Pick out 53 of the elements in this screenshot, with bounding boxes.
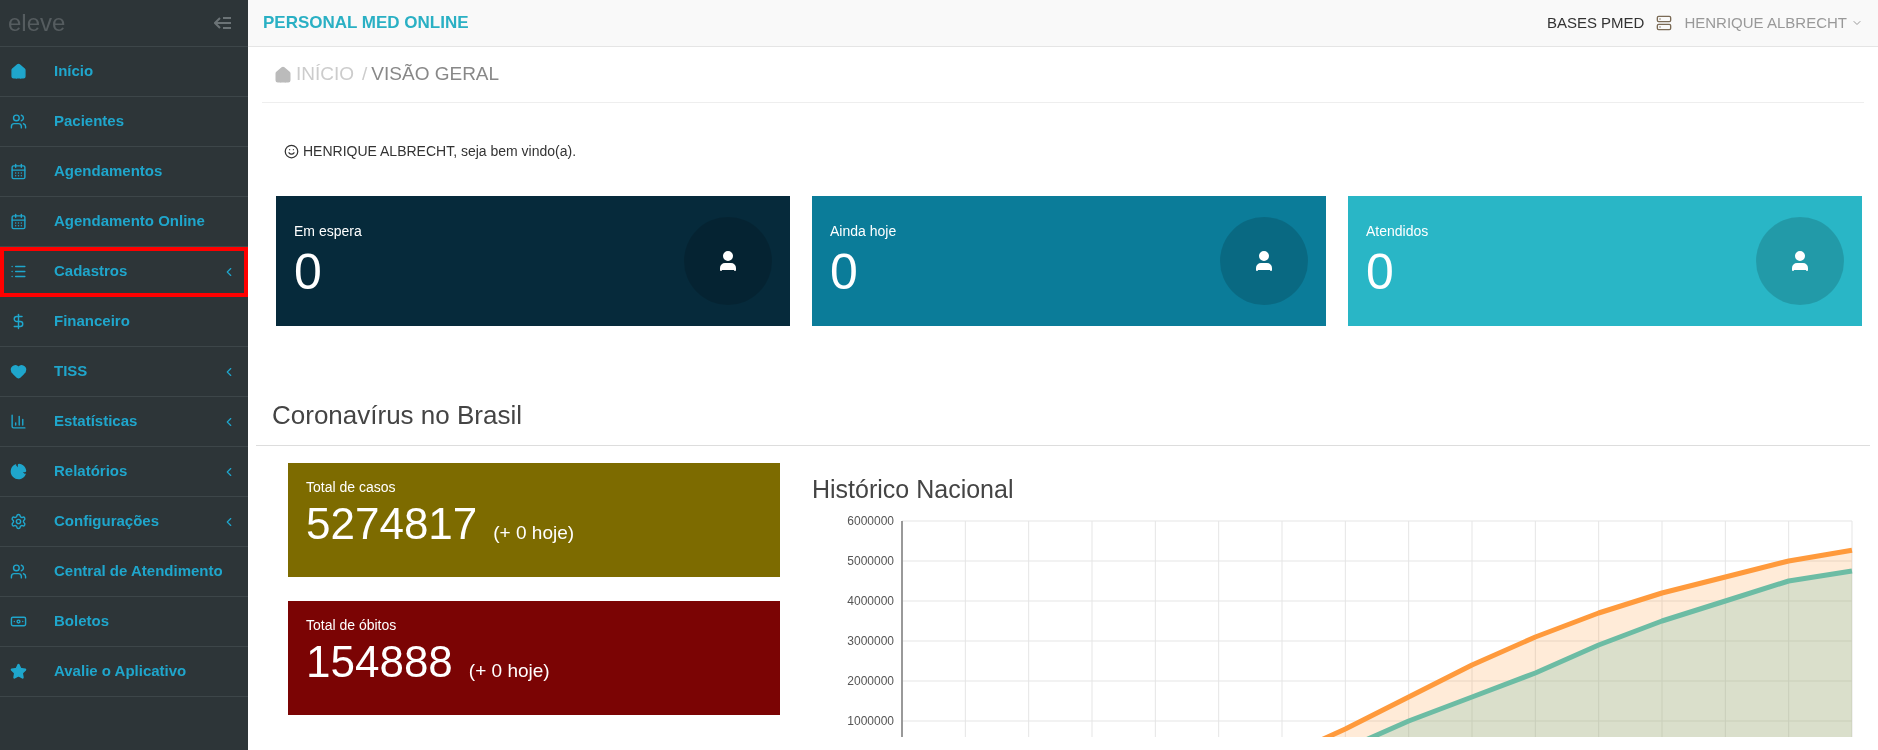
users-icon: [10, 113, 27, 130]
chart-title: Histórico Nacional: [812, 474, 1015, 505]
stat-value: 0: [1366, 242, 1395, 302]
users-icon: [10, 563, 27, 580]
sidebar-item[interactable]: Pacientes: [0, 97, 248, 147]
bar-chart-icon: [10, 413, 27, 430]
calendar-icon: [10, 163, 27, 180]
stat-value: 0: [294, 242, 323, 302]
axis-tick-label: 6000000: [847, 513, 894, 528]
sidebar-item[interactable]: Agendamentos: [0, 147, 248, 197]
axis-tick-label: 3000000: [847, 633, 894, 648]
sidebar-item[interactable]: Agendamento Online: [0, 197, 248, 247]
axis-tick-label: 2000000: [847, 673, 894, 688]
welcome-message: HENRIQUE ALBRECHT, seja bem vindo(a).: [303, 142, 577, 161]
total-value: 5274817: [306, 498, 478, 550]
stat-label: Atendidos: [1366, 221, 1429, 241]
star-icon: [10, 663, 27, 680]
sidebar-item[interactable]: Início: [0, 47, 248, 97]
pie-chart-icon: [10, 463, 27, 480]
section-title: Coronavírus no Brasil: [272, 400, 522, 430]
sidebar-item[interactable]: Cadastros: [0, 247, 248, 297]
today-count: (+ 0 hoje): [493, 521, 575, 545]
collapse-icon[interactable]: [214, 16, 232, 30]
bases-label[interactable]: BASES PMED: [1546, 11, 1645, 35]
sidebar-item[interactable]: Avalie o Aplicativo: [0, 647, 248, 697]
server-icon[interactable]: [1656, 15, 1673, 31]
sidebar-item[interactable]: Central de Atendimento: [0, 547, 248, 597]
stat-label: Em espera: [294, 221, 362, 241]
stat-value: 0: [830, 242, 859, 302]
total-value: 154888: [306, 636, 453, 688]
stat-label: Ainda hoje: [830, 221, 897, 241]
home-icon[interactable]: [274, 65, 292, 84]
settings-icon: [10, 513, 27, 530]
home-icon: [10, 63, 27, 80]
sidebar-item[interactable]: Financeiro: [0, 297, 248, 347]
total-label: Total de óbitos: [306, 616, 398, 635]
breadcrumb-separator: /: [362, 62, 368, 87]
sidebar-item[interactable]: Configurações: [0, 497, 248, 547]
calendar-icon: [10, 213, 27, 230]
breadcrumb-current: VISÃO GERAL: [371, 62, 500, 87]
smile-icon: [284, 144, 299, 159]
app-title: PERSONAL MED ONLINE: [263, 12, 469, 35]
today-count: (+ 0 hoje): [468, 659, 550, 683]
total-label: Total de casos: [306, 478, 397, 497]
sidebar-item[interactable]: Boletos: [0, 597, 248, 647]
axis-tick-label: 1000000: [847, 713, 894, 728]
axis-tick-label: 4000000: [847, 593, 894, 608]
sidebar-item[interactable]: Relatórios: [0, 447, 248, 497]
sidebar-item[interactable]: TISS: [0, 347, 248, 397]
list-icon: [10, 263, 27, 280]
user-menu[interactable]: HENRIQUE ALBRECHT: [1684, 11, 1863, 35]
axis-tick-label: 5000000: [847, 553, 894, 568]
sidebar-item[interactable]: Estatísticas: [0, 397, 248, 447]
